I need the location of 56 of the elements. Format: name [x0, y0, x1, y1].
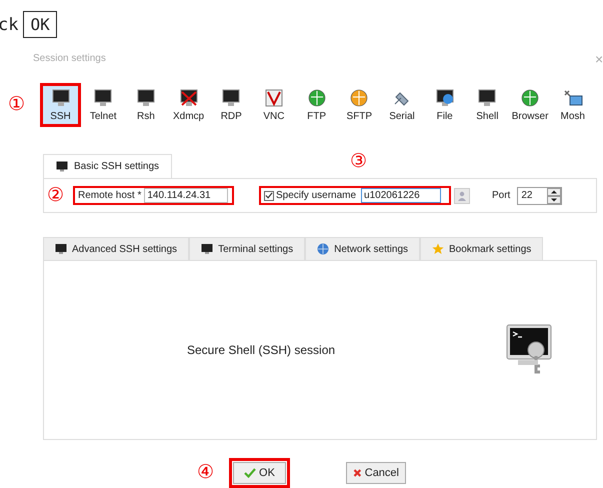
step-number: ④ [197, 462, 215, 484]
monitor-icon [55, 243, 67, 255]
terminal-key-icon [506, 324, 552, 376]
globe-icon [306, 88, 327, 106]
session-type-button[interactable]: Mosh [552, 83, 594, 127]
session-type-button[interactable]: Shell [466, 83, 508, 127]
monitor-icon [56, 161, 68, 172]
settings-tab[interactable]: Advanced SSH settings [43, 237, 190, 260]
basic-settings-tab[interactable]: Basic SSH settings [43, 154, 172, 178]
spin-arrows-icon [547, 188, 562, 204]
star-icon [432, 243, 444, 255]
settings-tab[interactable]: Network settings [305, 237, 420, 260]
window-title: Session settings [33, 53, 106, 66]
username-checkbox[interactable] [264, 190, 274, 200]
port-label: Port [492, 190, 510, 201]
globe-icon [317, 243, 330, 255]
username-label: Specify username [276, 190, 356, 201]
monitor-icon [50, 88, 70, 106]
cancel-button[interactable]: Cancel [346, 462, 406, 484]
session-type-button[interactable]: RDP [210, 83, 252, 127]
settings-tab[interactable]: Terminal settings [189, 237, 306, 260]
close-icon [353, 467, 362, 479]
crossed-monitor-icon [178, 88, 199, 106]
ok-key-label: OK [23, 11, 57, 38]
monitor-icon [201, 243, 214, 255]
monitor-icon [93, 88, 114, 106]
globe-icon [520, 88, 540, 106]
remote-host-label: Remote host * [78, 190, 142, 201]
username-field[interactable]: u102061226 [361, 188, 442, 203]
monitor-icon [434, 88, 455, 106]
settings-tab[interactable]: Bookmark settings [420, 237, 544, 260]
session-type-button[interactable]: SFTP [338, 83, 380, 127]
session-type-button[interactable]: Serial [382, 83, 422, 127]
session-type-button[interactable]: VNC [253, 83, 294, 127]
port-spinner[interactable]: 22 [517, 186, 562, 204]
session-type-button[interactable]: FTP [296, 83, 338, 127]
person-icon [457, 190, 467, 200]
session-type-button[interactable]: Xdmcp [168, 83, 210, 127]
remote-host-field[interactable]: 140.114.24.31 [144, 188, 228, 203]
step-number: ② [47, 184, 65, 206]
session-type-button[interactable]: Browser [510, 83, 551, 127]
session-type-button[interactable]: Telnet [82, 83, 124, 127]
vnc-logo-icon [264, 88, 284, 106]
monitor-icon [136, 88, 156, 106]
monitor-icon [221, 88, 242, 106]
antenna-icon [562, 88, 583, 106]
ok-button[interactable]: OK [233, 462, 286, 484]
step-number: ① [8, 94, 26, 116]
monitor-icon [477, 88, 498, 106]
step-number: ③ [350, 151, 367, 173]
session-description: Secure Shell (SSH) session [187, 343, 336, 357]
session-type-button[interactable]: SSH [40, 83, 81, 127]
session-type-button[interactable]: Rsh [125, 83, 166, 127]
globe-icon [349, 88, 370, 106]
session-type-button[interactable]: File [424, 83, 466, 127]
check-icon [244, 468, 256, 478]
